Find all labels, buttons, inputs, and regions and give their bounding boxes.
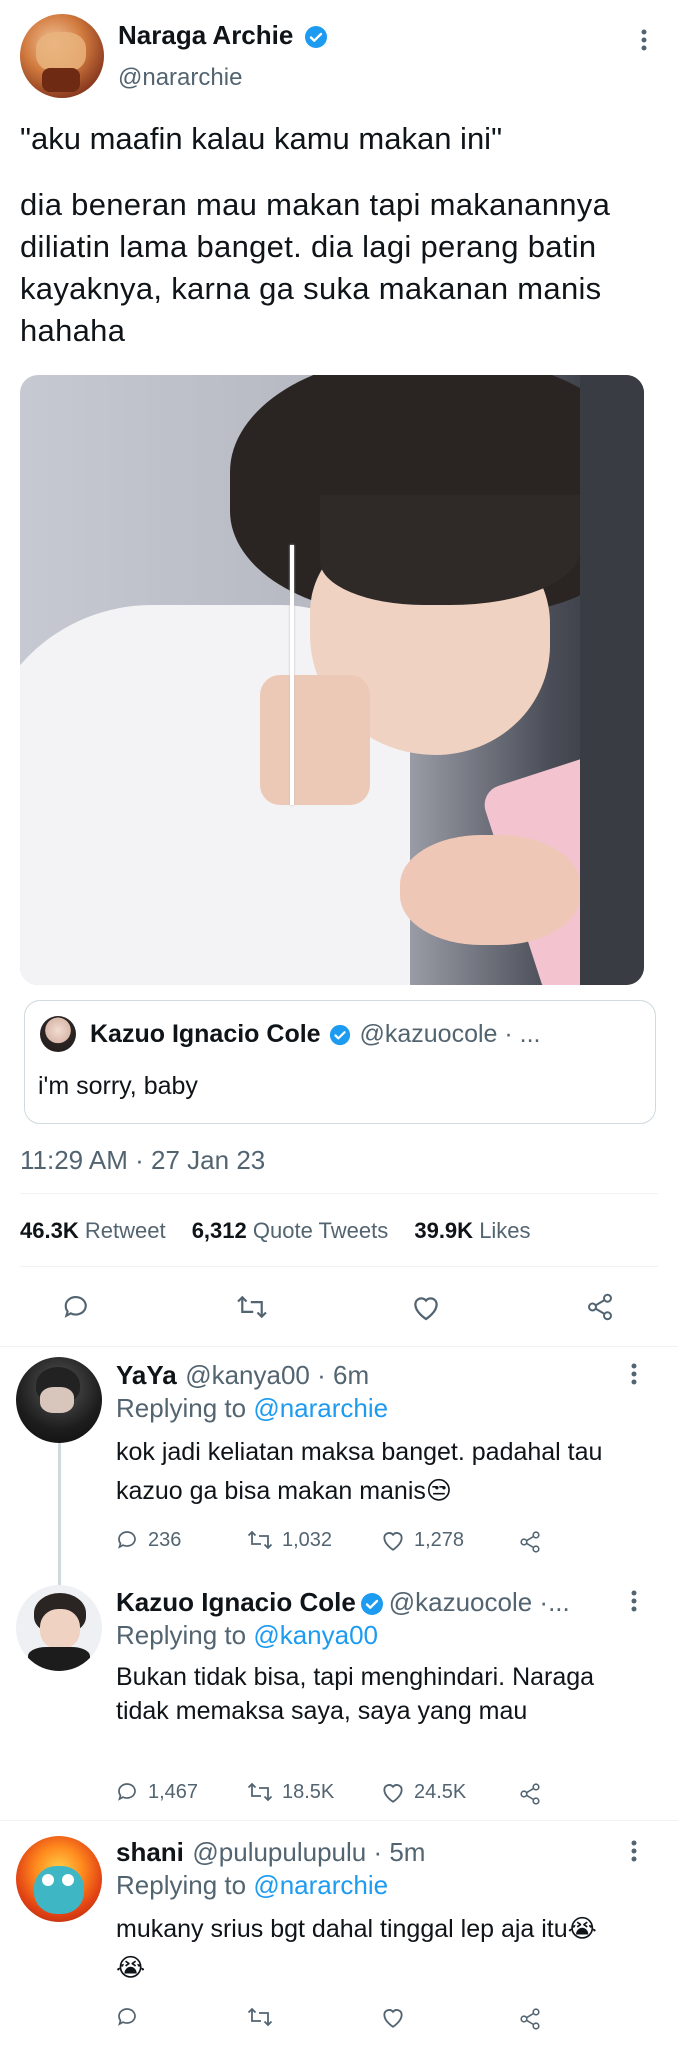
- reply-avatar[interactable]: [16, 1585, 102, 1671]
- like-button[interactable]: 1,278: [380, 1528, 464, 1552]
- like-button[interactable]: [380, 2005, 414, 2029]
- share-icon[interactable]: [518, 2007, 542, 2036]
- reply-author-handle[interactable]: @kazuocole ·...: [389, 1587, 570, 1617]
- like-button[interactable]: 24.5K: [380, 1780, 466, 1804]
- share-action-icon[interactable]: [585, 1292, 615, 1327]
- reply-icon: [118, 2008, 136, 2026]
- more-options-icon[interactable]: [632, 28, 656, 52]
- reply-icon: [118, 1531, 136, 1549]
- more-options-icon[interactable]: [622, 1589, 646, 1613]
- replying-to-link[interactable]: @nararchie: [253, 1870, 388, 1900]
- reply-avatar[interactable]: [16, 1357, 102, 1443]
- reply-text: Bukan tidak bisa, tapi menghindari. Nara…: [116, 1663, 595, 1725]
- reply-author-name[interactable]: shani: [116, 1837, 184, 1867]
- retweet-button[interactable]: [246, 2005, 282, 2029]
- replying-to: Replying to @nararchie: [116, 1870, 389, 1900]
- more-options-icon[interactable]: [622, 1362, 646, 1386]
- share-icon[interactable]: [518, 1782, 542, 1811]
- heart-icon: [383, 1532, 403, 1551]
- quoted-author-avatar[interactable]: [40, 1016, 76, 1052]
- quoted-author-name[interactable]: Kazuo Ignacio Cole: [90, 1020, 321, 1048]
- tweet-stats: 46.3K Retweet 6,312 Quote Tweets 39.9K L…: [20, 1218, 531, 1244]
- reply-author-handle[interactable]: @pulupulupulu · 5m: [192, 1837, 425, 1867]
- retweet-button[interactable]: 18.5K: [246, 1780, 334, 1804]
- retweet-button[interactable]: 1,032: [246, 1528, 332, 1552]
- verified-badge-icon: [360, 1592, 384, 1621]
- quoted-tweet[interactable]: [24, 1000, 656, 1124]
- more-options-icon[interactable]: [622, 1839, 646, 1863]
- retweet-icon: [247, 1530, 273, 1550]
- quoted-author-handle[interactable]: @kazuocole · ...: [360, 1020, 541, 1048]
- reply-author-handle[interactable]: @kanya00 · 6m: [185, 1360, 369, 1390]
- verified-badge-icon: [304, 25, 328, 54]
- author-handle[interactable]: @nararchie: [118, 64, 242, 92]
- reply-author-name[interactable]: YaYa: [116, 1360, 177, 1390]
- tweet-media-image[interactable]: [20, 375, 644, 985]
- retweet-icon: [247, 2007, 273, 2027]
- reply-action-icon[interactable]: [62, 1292, 92, 1327]
- replying-to: Replying to @nararchie: [116, 1393, 389, 1423]
- tweet-text-line1: "aku maafin kalau kamu makan ini": [20, 121, 503, 156]
- reply-text: mukany srius bgt dahal tinggal lep aja i…: [116, 1915, 597, 1982]
- reply-button[interactable]: 236: [116, 1528, 181, 1552]
- author-avatar[interactable]: [20, 14, 104, 98]
- reply-author-name[interactable]: Kazuo Ignacio Cole: [116, 1587, 356, 1617]
- share-icon[interactable]: [518, 1530, 542, 1559]
- tweet-text-body: dia beneran mau makan tapi makanannya di…: [20, 187, 611, 348]
- author-name[interactable]: Naraga Archie: [118, 20, 293, 50]
- quoted-tweet-text: i'm sorry, baby: [38, 1072, 198, 1100]
- quote-count[interactable]: 6,312 Quote Tweets: [192, 1218, 395, 1243]
- reply-text: kok jadi keliatan maksa banget. padahal …: [116, 1438, 603, 1505]
- reply-avatar[interactable]: [16, 1836, 102, 1922]
- reply-button[interactable]: 1,467: [116, 1780, 198, 1804]
- retweet-count[interactable]: 46.3K Retweet: [20, 1218, 172, 1243]
- heart-icon: [383, 2009, 403, 2028]
- retweet-action-icon[interactable]: [235, 1292, 269, 1327]
- retweet-icon: [247, 1782, 273, 1802]
- tweet-timestamp[interactable]: 11:29 AM · 27 Jan 23: [20, 1145, 265, 1176]
- replying-to: Replying to @kanya00: [116, 1620, 379, 1650]
- replying-to-link[interactable]: @nararchie: [253, 1393, 388, 1423]
- verified-badge-icon: [329, 1024, 351, 1051]
- reply-button[interactable]: [116, 2005, 148, 2029]
- like-count[interactable]: 39.9K Likes: [414, 1218, 530, 1243]
- replying-to-link[interactable]: @kanya00: [253, 1620, 378, 1650]
- like-action-icon[interactable]: [410, 1292, 442, 1327]
- heart-icon: [383, 1784, 403, 1803]
- reply-icon: [118, 1783, 136, 1801]
- thread-connector-line: [58, 1440, 61, 1585]
